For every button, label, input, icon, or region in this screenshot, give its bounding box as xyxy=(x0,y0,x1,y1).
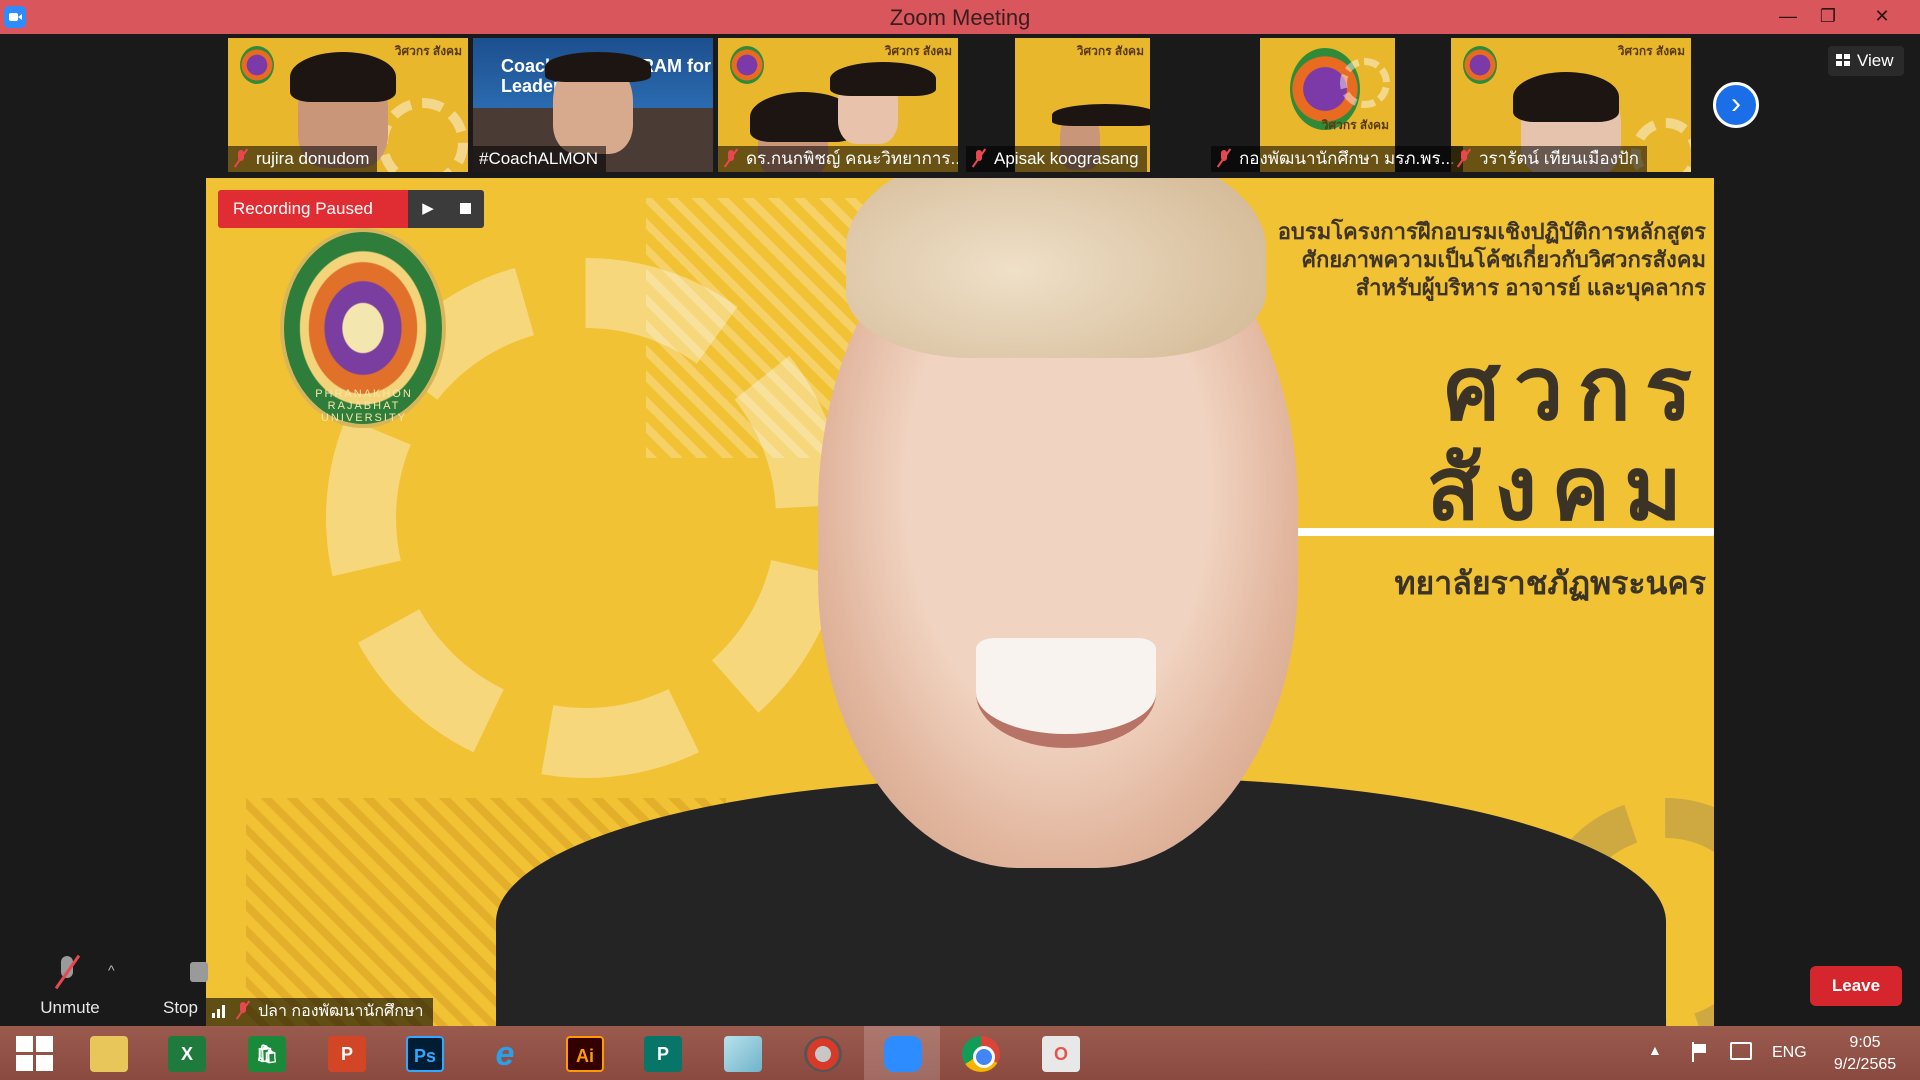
publisher-icon: P xyxy=(644,1036,682,1072)
mic-muted-icon xyxy=(972,149,986,167)
next-page-arrow-icon[interactable]: › xyxy=(1713,82,1759,128)
window-title: Zoom Meeting xyxy=(889,5,1031,30)
speaker-name: ปลา กองพัฒนานักศึกษา xyxy=(258,1003,424,1020)
title-bar: Zoom Meeting — ❐ ✕ xyxy=(0,0,1920,34)
input-language-indicator[interactable]: ENG xyxy=(1772,1044,1807,1062)
taskbar-notes[interactable] xyxy=(704,1026,780,1080)
grid-view-icon xyxy=(1836,54,1851,67)
university-seal-icon xyxy=(240,46,274,84)
start-button[interactable] xyxy=(0,1026,76,1080)
show-hidden-icons-button[interactable]: ▲ xyxy=(1648,1042,1662,1058)
photoshop-icon: Ps xyxy=(406,1036,444,1072)
video-camera-icon[interactable] xyxy=(190,962,208,982)
participant-video xyxy=(830,62,936,144)
chrome-icon xyxy=(962,1036,1000,1072)
stop-recording-button[interactable] xyxy=(448,190,484,228)
taskbar-powerpoint[interactable]: P xyxy=(308,1026,384,1080)
taskbar-zoom[interactable] xyxy=(864,1026,940,1080)
mic-muted-icon xyxy=(236,1001,250,1019)
participant-name: วรารัตน์ เทียนเมืองปัก xyxy=(1479,149,1639,168)
action-center-flag-icon[interactable] xyxy=(1690,1042,1710,1062)
mic-muted-icon xyxy=(724,149,738,167)
unmute-button[interactable]: Unmute xyxy=(28,998,112,1018)
taskbar-internet-explorer[interactable]: e xyxy=(466,1026,542,1080)
poster-line: สำหรับผู้บริหาร อาจารย์ และบุคลากร xyxy=(1355,275,1706,300)
poster-text: วิศวกร สังคม xyxy=(1076,44,1144,58)
office-icon: O xyxy=(1042,1036,1080,1072)
folder-icon xyxy=(90,1036,128,1072)
participant-name-label: #CoachALMON xyxy=(473,146,607,172)
participant-name-label: กองพัฒนานักศึกษา มรภ.พร... xyxy=(1211,146,1463,172)
poster-line: ศักยภาพความเป็นโค้ชเกี่ยวกับวิศวกรสังคม xyxy=(1301,247,1706,272)
zoom-icon xyxy=(884,1036,922,1072)
participant-name: #CoachALMON xyxy=(479,149,599,168)
speaker-smile xyxy=(976,638,1156,748)
illustrator-icon: Ai xyxy=(566,1036,604,1072)
poster-university-name: ทยาลัยราชภัฏพระนคร xyxy=(1394,565,1706,601)
participant-name: rujira donudom xyxy=(256,149,370,168)
seal-caption: PHRANAKHON RAJABHAT UNIVERSITY xyxy=(315,388,413,424)
powerpoint-icon: P xyxy=(328,1036,366,1072)
active-speaker-video: PHRANAKHON RAJABHAT UNIVERSITY อบรมโครงก… xyxy=(206,178,1714,1026)
internet-explorer-icon: e xyxy=(495,1035,515,1073)
taskbar-file-explorer[interactable] xyxy=(70,1026,146,1080)
taskbar-chrome[interactable] xyxy=(942,1026,1018,1080)
participant-video xyxy=(545,52,651,154)
store-icon: 🛍 xyxy=(248,1036,286,1072)
speaker-name-label: ปลา กองพัฒนานักศึกษา xyxy=(206,998,434,1026)
audio-options-caret[interactable]: ^ xyxy=(108,962,115,978)
view-button-label: View xyxy=(1857,51,1894,70)
taskbar-store[interactable]: 🛍 xyxy=(228,1026,304,1080)
windows-taskbar: X 🛍 P Ps e Ai P O ▲ ENG 9:05 9/2/2565 xyxy=(0,1026,1920,1080)
meeting-area: วิศวกร สังคม rujira donudom Coaching PRO… xyxy=(0,34,1920,1026)
participant-name-label: Apisak koograsang xyxy=(966,146,1147,172)
excel-icon: X xyxy=(168,1036,206,1072)
poster-divider xyxy=(1286,528,1714,536)
maximize-button[interactable]: ❐ xyxy=(1808,0,1848,34)
taskbar-excel[interactable]: X xyxy=(148,1026,224,1080)
participant-name: Apisak koograsang xyxy=(994,149,1139,168)
participant-name-label: rujira donudom xyxy=(228,146,378,172)
university-seal-icon xyxy=(1463,46,1497,84)
participant-video-thumbnail[interactable]: วิศวกร สังคม ดร.กนกพิชญ์ คณะวิทยาการ... xyxy=(718,38,958,172)
close-button[interactable]: ✕ xyxy=(1862,0,1902,34)
poster-title-line-2: สังคม xyxy=(1426,439,1696,538)
taskbar-publisher[interactable]: P xyxy=(624,1026,700,1080)
participant-video-thumbnail[interactable]: วิศวกร สังคม rujira donudom xyxy=(228,38,468,172)
clock-date[interactable]: 9/2/2565 xyxy=(1820,1056,1910,1074)
speaker-hair xyxy=(846,178,1266,358)
recording-status: Recording Paused xyxy=(218,190,408,228)
signal-strength-icon xyxy=(212,1002,228,1018)
network-icon[interactable] xyxy=(1730,1042,1752,1060)
participant-video-thumbnail[interactable]: Coaching PROGRAM for Leader #CoachALMON xyxy=(473,38,713,172)
participant-name-label: ดร.กนกพิชญ์ คณะวิทยาการ... xyxy=(718,146,958,172)
gear-decoration xyxy=(378,98,468,172)
gear-decoration xyxy=(1340,58,1390,108)
poster-heading: อบรมโครงการฝึกอบรมเชิงปฏิบัติการหลักสูตร… xyxy=(1206,218,1706,302)
participant-name-label: วรารัตน์ เทียนเมืองปัก xyxy=(1451,146,1647,172)
windows-logo-icon xyxy=(16,1036,54,1072)
mic-muted-icon xyxy=(1457,149,1471,167)
leave-meeting-button[interactable]: Leave xyxy=(1810,966,1902,1006)
resume-recording-button[interactable]: ▶ xyxy=(408,190,448,228)
photoscape-icon xyxy=(804,1036,842,1072)
participant-name: กองพัฒนานักศึกษา มรภ.พร... xyxy=(1239,149,1455,168)
participant-name: ดร.กนกพิชญ์ คณะวิทยาการ... xyxy=(746,149,958,168)
mic-muted-icon xyxy=(1217,149,1231,167)
poster-line: อบรมโครงการฝึกอบรมเชิงปฏิบัติการหลักสูตร xyxy=(1277,219,1706,244)
taskbar-photoshop[interactable]: Ps xyxy=(386,1026,462,1080)
notes-icon xyxy=(724,1036,762,1072)
taskbar-photoscape[interactable] xyxy=(784,1026,860,1080)
microphone-muted-icon[interactable] xyxy=(50,954,86,992)
view-button[interactable]: View xyxy=(1828,46,1904,76)
clock-time[interactable]: 9:05 xyxy=(1820,1034,1910,1052)
taskbar-office[interactable]: O xyxy=(1022,1026,1098,1080)
taskbar-illustrator[interactable]: Ai xyxy=(546,1026,622,1080)
mic-muted-icon xyxy=(234,149,248,167)
stop-video-button[interactable]: Stop xyxy=(163,998,198,1018)
minimize-button[interactable]: — xyxy=(1768,0,1808,34)
university-seal-icon xyxy=(730,46,764,84)
